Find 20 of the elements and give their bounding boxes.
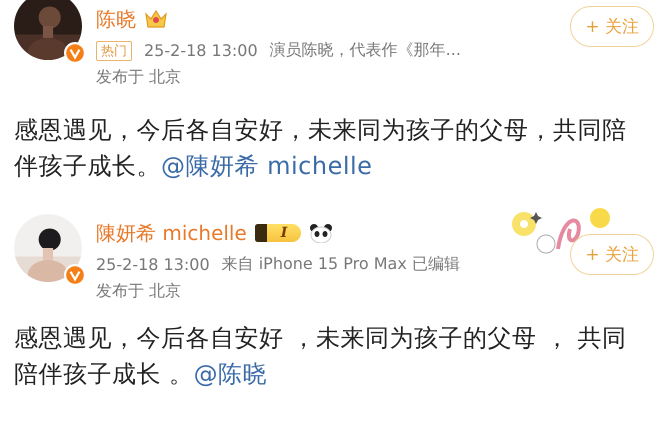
author-name[interactable]: 陳妍希 michelle bbox=[96, 220, 247, 246]
crown-icon bbox=[144, 8, 168, 30]
author-name[interactable]: 陈晓 bbox=[96, 6, 136, 32]
verified-icon bbox=[64, 264, 86, 286]
post-location: 发布于 北京 bbox=[96, 67, 182, 88]
post-time: 25-2-18 13:00 bbox=[96, 255, 210, 274]
post-source: 来自 iPhone 15 Pro Max 已编辑 bbox=[222, 254, 460, 275]
hot-tag: 热门 bbox=[96, 40, 132, 60]
verified-icon bbox=[64, 42, 86, 64]
mention-link[interactable]: @陈晓 bbox=[194, 360, 268, 388]
level-badge: I bbox=[254, 224, 302, 242]
panda-icon bbox=[309, 223, 334, 243]
follow-button[interactable]: + 关注 bbox=[570, 6, 654, 47]
follow-button[interactable]: + 关注 bbox=[570, 234, 654, 275]
post-text: 感恩遇见，今后各自安好 ，未来同为孩子的父母 ， 共同陪伴孩子成长 。@陈晓 bbox=[14, 323, 628, 390]
post-text: 感恩遇见，今后各自安好，未来同为孩子的父母，共同陪伴孩子成长。@陳妍希 michelle bbox=[14, 115, 628, 182]
mention-link[interactable]: @陳妍希 michelle bbox=[161, 152, 372, 180]
post-source: 演员陈晓，代表作《那年... bbox=[270, 40, 461, 61]
post-time: 25-2-18 13:00 bbox=[144, 41, 258, 60]
post-location: 发布于 北京 bbox=[96, 281, 182, 302]
